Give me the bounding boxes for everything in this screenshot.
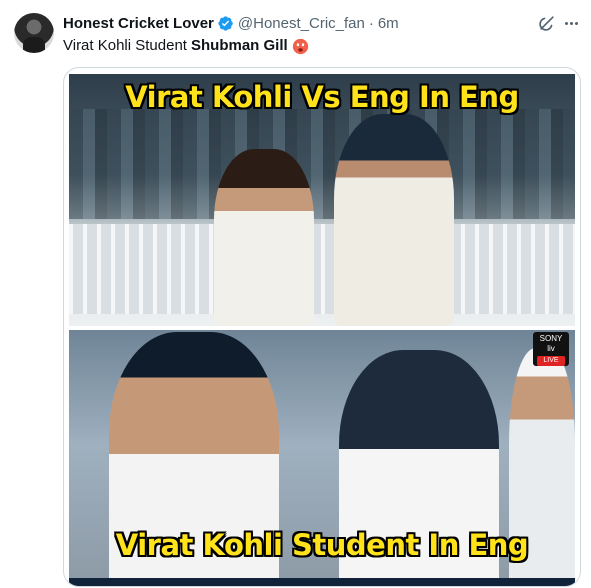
tweet-text-bold: Shubman Gill [190, 37, 288, 54]
verified-badge-icon [218, 15, 233, 31]
bottom-caption: Virat Kohli Student In Eng [115, 528, 529, 562]
live-badge: LIVE [537, 356, 565, 366]
more-dot [564, 21, 568, 25]
meme-image-top[interactable]: Virat Kohli Vs Eng In Eng [69, 74, 575, 326]
more-dot [574, 21, 578, 25]
broadcaster-top-text: SONY [539, 334, 563, 343]
england-player-figure [334, 114, 454, 326]
media-card[interactable]: Virat Kohli Vs Eng In Eng SONY liv LIVE … [63, 67, 581, 587]
tweet[interactable]: Honest Cricket Lover @Honest_Cric_fan · … [0, 0, 591, 588]
score-ticker-bar [69, 578, 575, 586]
stands-background [69, 109, 575, 219]
tweet-text: Virat Kohli Student Shubman Gill [63, 36, 309, 56]
top-caption: Virat Kohli Vs Eng In Eng [125, 80, 519, 114]
tweet-text-prefix: Virat Kohli Student [63, 37, 187, 54]
grok-icon[interactable] [537, 13, 557, 33]
more-dot [569, 21, 573, 25]
kohli-figure [214, 149, 314, 326]
avatar[interactable] [14, 13, 54, 53]
face-emoji-icon [292, 38, 308, 54]
broadcaster-logo: SONY liv LIVE [533, 332, 569, 366]
author-name[interactable]: Honest Cricket Lover [63, 15, 214, 32]
separator-dot: · [368, 14, 374, 32]
tweet-timestamp[interactable]: 6m [378, 15, 399, 32]
broadcaster-mid-text: liv [547, 344, 555, 353]
author-handle[interactable]: @Honest_Cric_fan [238, 15, 365, 32]
avatar-shirt [23, 37, 45, 53]
more-options-icon[interactable] [561, 13, 581, 33]
meme-image-bottom[interactable]: SONY liv LIVE Virat Kohli Student In Eng [69, 330, 575, 586]
railing-background [69, 224, 575, 314]
tweet-header: Honest Cricket Lover @Honest_Cric_fan · … [63, 13, 399, 33]
